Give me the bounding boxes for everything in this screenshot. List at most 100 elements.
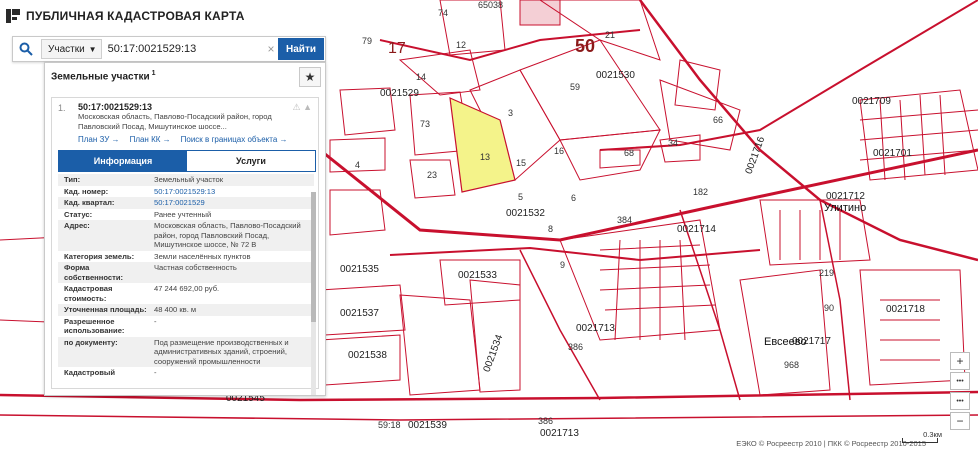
result-index: 1.: [58, 103, 66, 113]
map-copyright: ЕЭКО © Росреестр 2010 | ПКК © Росреестр …: [734, 439, 928, 448]
warning-icon[interactable]: ⚠ ▲: [293, 102, 312, 113]
property-key: Категория земель:: [64, 251, 135, 261]
search-input[interactable]: [101, 39, 265, 59]
map-label: 182: [693, 187, 709, 197]
map-label: 90: [824, 303, 835, 313]
property-key: Кадастровый: [64, 368, 116, 377]
plan-zu-link[interactable]: План ЗУ →: [78, 135, 120, 144]
tab-services[interactable]: Услуги: [187, 151, 315, 171]
map-label: 73: [420, 119, 431, 129]
property-value: 48 400 кв. м: [154, 305, 197, 314]
property-key: Адрес:: [64, 221, 90, 230]
map-label: 0021709: [852, 96, 891, 107]
map-label: 0021713: [540, 428, 579, 439]
result-card: 1. 50:17:0021529:13 Московская область, …: [51, 97, 319, 395]
panel-scrollbar[interactable]: [311, 192, 316, 395]
map-label: 0021533: [458, 270, 497, 281]
property-value: Земельный участок: [154, 175, 224, 184]
property-key: Форма собственности:: [64, 263, 124, 282]
panel-title: Земельные участки 1: [51, 69, 156, 83]
property-value: Под размещение производственных и админи…: [154, 337, 289, 366]
property-key: по документу:: [64, 337, 118, 347]
map-label: 3: [508, 108, 514, 118]
app-header: ПУБЛИЧНАЯ КАДАСТРОВАЯ КАРТА: [6, 5, 245, 27]
clear-icon[interactable]: ×: [264, 42, 278, 56]
property-row: Кад. номер: 50:17:0021529:13: [58, 186, 314, 198]
map-label: 15: [516, 158, 527, 168]
property-table: Тип: Земельный участок Кад. номер: 50:17:00…: [58, 174, 314, 379]
map-label: 68: [624, 148, 635, 158]
map-label: 0021717: [792, 336, 831, 347]
zoom-in-button[interactable]: +: [950, 352, 970, 370]
zoom-levels-icon[interactable]: •••: [950, 372, 970, 390]
property-value: -: [154, 368, 157, 377]
property-value: Частная собственность: [154, 263, 237, 272]
property-value: -: [154, 316, 157, 326]
map-label: 8: [548, 224, 554, 234]
result-card-header: 1. 50:17:0021529:13 Московская область, …: [52, 98, 318, 144]
property-row: Тип: Земельный участок: [58, 174, 314, 186]
search-in-bounds-link[interactable]: Поиск в границах объекта →: [181, 135, 288, 144]
map-label: 219: [819, 268, 835, 278]
property-row: по документу: Под размещение производстве…: [58, 336, 314, 367]
property-key: Кад. квартал:: [64, 198, 115, 207]
property-value: Земли населённых пунктов: [154, 251, 251, 261]
property-key: Разрешенное использование:: [64, 316, 125, 336]
map-label: 65038: [478, 0, 504, 10]
favorite-star-icon[interactable]: ★: [299, 67, 321, 87]
map-label: 59: [570, 82, 581, 92]
map-label: 0021532: [506, 208, 545, 219]
property-key: Кадастровая стоимость:: [64, 284, 113, 303]
app-title: ПУБЛИЧНАЯ КАДАСТРОВАЯ КАРТА: [26, 9, 245, 23]
map-label: 0021714: [677, 224, 716, 235]
search-bar: Участки ▼ × Найти: [12, 36, 326, 62]
property-row: Адрес: Московская область, Павлово-Посадс…: [58, 220, 314, 251]
property-key: Кад. номер:: [64, 186, 109, 196]
property-row: Кад. квартал: 50:17:0021529: [58, 197, 314, 209]
zoom-controls: + ••• ••• −: [950, 352, 970, 432]
property-value: 47 244 692,00 руб.: [154, 284, 220, 293]
search-type-label: Участки: [48, 43, 85, 55]
map-label: 0021535: [340, 264, 379, 275]
map-label: 0021537: [340, 308, 379, 319]
map-label: 0021712: [826, 191, 865, 202]
property-row: Кадастровый -: [58, 367, 314, 379]
map-label: 50: [575, 36, 596, 56]
zoom-levels-icon-2[interactable]: •••: [950, 392, 970, 410]
map-label: 13: [480, 152, 491, 162]
property-row: Кадастровая стоимость: 47 244 692,00 руб.: [58, 283, 314, 304]
map-label: 17: [388, 40, 406, 57]
scale-bar: [902, 438, 938, 443]
scrollbar-thumb[interactable]: [311, 192, 316, 322]
map-label: 968: [784, 360, 800, 370]
property-row: Статус: Ранее учтенный: [58, 209, 314, 221]
map-label: 23: [427, 170, 438, 180]
property-value[interactable]: 50:17:0021529:13: [152, 186, 314, 198]
property-value[interactable]: 50:17:0021529: [152, 197, 314, 209]
search-icon[interactable]: [13, 37, 39, 61]
result-cad-number[interactable]: 50:17:0021529:13: [78, 102, 318, 112]
map-label: 4: [355, 160, 361, 170]
property-key: Статус:: [64, 209, 93, 219]
map-label: 0021538: [348, 350, 387, 361]
property-row: Форма собственности: Частная собственност…: [58, 262, 314, 283]
property-key: Тип:: [64, 175, 81, 184]
zoom-out-button[interactable]: −: [950, 412, 970, 430]
property-row: Категория земель: Земли населённых пункто…: [58, 251, 314, 263]
map-label: 384: [617, 215, 633, 225]
plan-kk-link[interactable]: План КК →: [130, 135, 171, 144]
map-label: 74: [438, 8, 449, 18]
map-label: 0021718: [886, 304, 925, 315]
property-key: Уточненная площадь:: [64, 305, 147, 314]
property-row: Разрешенное использование: -: [58, 316, 314, 337]
map-label: 14: [416, 72, 427, 82]
map-label: 66: [713, 115, 724, 125]
tab-info[interactable]: Информация: [59, 151, 187, 171]
map-label: 16: [554, 146, 565, 156]
search-type-select[interactable]: Участки ▼: [41, 39, 102, 59]
chevron-down-icon: ▼: [88, 44, 97, 54]
property-value: Московская область, Павлово-Посадский ра…: [154, 221, 301, 249]
map-label: 0021713: [576, 323, 615, 334]
find-button[interactable]: Найти: [278, 38, 324, 60]
result-links: План ЗУ → План КК → Поиск в границах объ…: [78, 135, 318, 144]
